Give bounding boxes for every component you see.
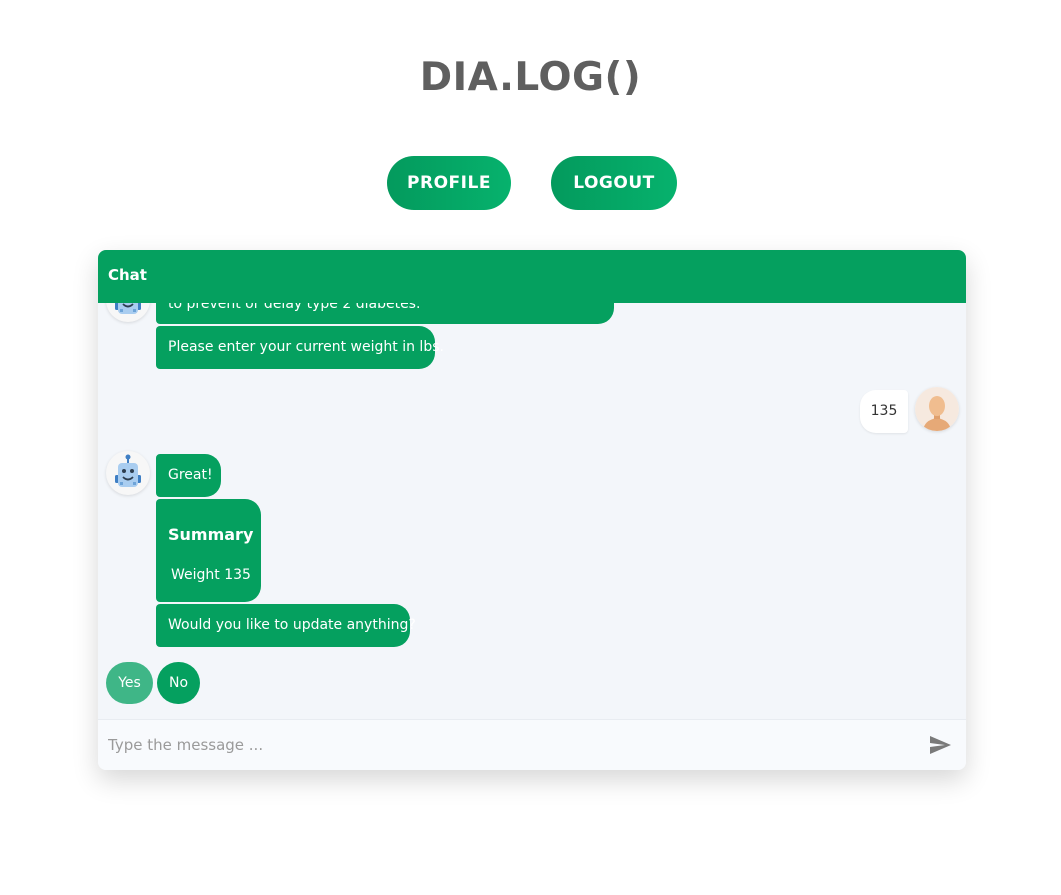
send-icon[interactable]: [928, 733, 952, 757]
bot-message: to prevent or delay type 2 diabetes.: [156, 303, 614, 324]
robot-icon: [115, 303, 141, 314]
user-avatar: [915, 387, 959, 431]
message-list[interactable]: to prevent or delay type 2 diabetes. Ple…: [98, 303, 966, 717]
logout-button[interactable]: LOGOUT: [551, 156, 677, 210]
app-title: DIA.LOG(): [419, 55, 642, 100]
chat-header: Chat: [98, 250, 966, 303]
chat-window: Chat to prevent or delay type 2 diabetes…: [98, 250, 966, 770]
summary-title: Summary: [168, 525, 254, 544]
bot-message-summary: Summary Weight 135: [156, 499, 261, 602]
robot-icon: [115, 454, 141, 487]
bot-avatar: [106, 303, 150, 322]
chat-title: Chat: [108, 266, 147, 284]
bot-message-great: Great!: [156, 454, 221, 497]
bot-message-weight-prompt: Please enter your current weight in lbs.: [156, 326, 444, 369]
user-message: 135: [860, 390, 908, 433]
quick-reply-no-button[interactable]: No: [157, 662, 200, 704]
quick-reply-yes-button[interactable]: Yes: [106, 662, 153, 704]
profile-button[interactable]: PROFILE: [387, 156, 511, 210]
message-composer: [98, 719, 966, 770]
bot-avatar: [106, 451, 150, 495]
bot-message-text: to prevent or delay type 2 diabetes.: [168, 303, 421, 312]
message-input[interactable]: [108, 728, 908, 762]
page: DIA.LOG() PROFILE LOGOUT Chat to prevent…: [0, 0, 1061, 895]
bot-message-update-question: Would you like to update anything?: [156, 604, 416, 647]
user-icon: [915, 387, 959, 431]
summary-weight: Weight 135: [171, 567, 251, 583]
